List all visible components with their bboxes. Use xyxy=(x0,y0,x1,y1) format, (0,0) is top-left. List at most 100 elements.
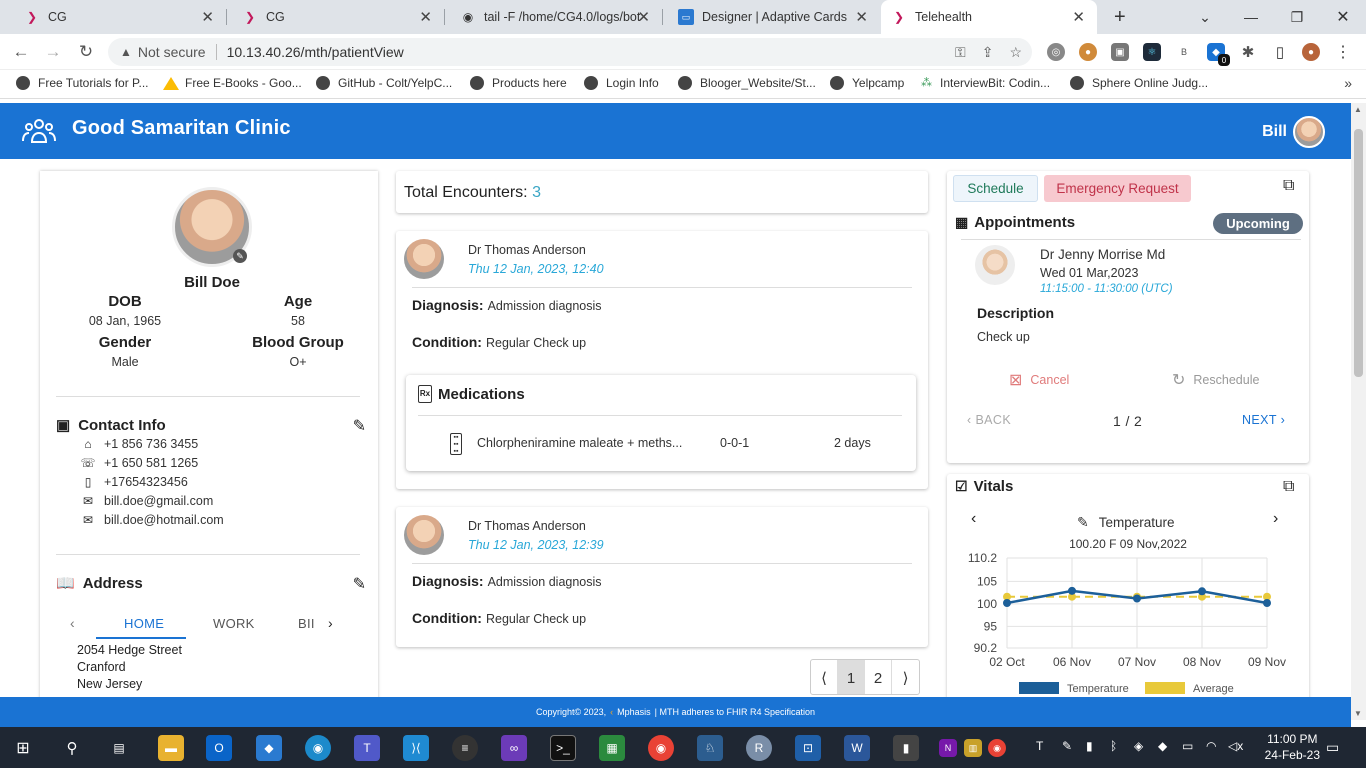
teams-tray-icon[interactable]: T xyxy=(1036,739,1043,753)
file-explorer-icon[interactable]: ▬ xyxy=(158,735,184,761)
app-icon[interactable]: ▦ xyxy=(599,735,625,761)
bookmark-item[interactable]: GitHub - Colt/YelpC... xyxy=(316,76,452,90)
forward-icon[interactable]: → xyxy=(42,41,64,63)
bluetooth-icon[interactable]: ᛒ xyxy=(1110,739,1117,753)
tray-app-icon[interactable]: ◈ xyxy=(1134,739,1143,753)
new-tab-button[interactable]: + xyxy=(1104,0,1138,34)
bookmark-item[interactable]: Sphere Online Judg... xyxy=(1070,76,1208,90)
word-icon[interactable]: W xyxy=(844,735,870,761)
chrome-icon[interactable]: ◉ xyxy=(648,735,674,761)
schedule-button[interactable]: Schedule xyxy=(953,175,1038,202)
windows-start-icon[interactable]: ⊞ xyxy=(10,735,36,761)
tab-work[interactable]: WORK xyxy=(213,616,255,631)
terminal-icon[interactable]: >_ xyxy=(550,735,576,761)
back-icon[interactable]: ← xyxy=(10,41,32,63)
scroll-up-icon[interactable]: ▲ xyxy=(1354,105,1362,114)
close-window-icon[interactable]: ✕ xyxy=(1320,0,1366,34)
edit-photo-icon[interactable]: ✎ xyxy=(233,249,247,263)
chevron-right-icon[interactable]: › xyxy=(1273,510,1278,528)
user-avatar[interactable] xyxy=(1293,116,1325,148)
pager-next-button[interactable]: ⟩ xyxy=(892,660,919,694)
user-name[interactable]: Bill xyxy=(1262,123,1287,141)
postgres-icon[interactable]: ♘ xyxy=(697,735,723,761)
page-scrollbar[interactable]: ▲ ▼ xyxy=(1351,103,1366,720)
browser-tab-cg-1[interactable]: ❯ CG ✕ xyxy=(14,0,226,34)
reload-icon[interactable]: ↻ xyxy=(75,41,97,63)
share-icon[interactable]: ⇪ xyxy=(982,44,994,61)
tab-home[interactable]: HOME xyxy=(124,616,164,631)
react-icon[interactable]: ⚛ xyxy=(1143,43,1161,61)
notification-icon[interactable]: ▭ xyxy=(1326,739,1339,756)
chevron-left-icon[interactable]: ‹ xyxy=(971,510,976,528)
pager-page-2[interactable]: 2 xyxy=(865,660,892,694)
edit-address-icon[interactable]: ✎ xyxy=(353,574,366,594)
open-external-icon[interactable]: ⧉ xyxy=(1283,177,1294,195)
star-icon[interactable]: ☆ xyxy=(1009,44,1022,61)
extension-icon[interactable]: ● xyxy=(1079,43,1097,61)
visual-studio-icon[interactable]: ∞ xyxy=(501,735,527,761)
back-button[interactable]: ‹ BACK xyxy=(967,413,1011,427)
chrome-icon[interactable]: ◉ xyxy=(988,739,1006,757)
r-icon[interactable]: R xyxy=(746,735,772,761)
chevron-right-icon[interactable]: › xyxy=(328,615,333,631)
browser-tab-cg-2[interactable]: ❯ CG ✕ xyxy=(232,0,444,34)
scroll-down-icon[interactable]: ▼ xyxy=(1354,709,1362,718)
open-external-icon[interactable]: ⧉ xyxy=(1283,478,1294,496)
vscode-icon[interactable]: ⟩⟨ xyxy=(403,735,429,761)
app-brand[interactable]: Good Samaritan Clinic xyxy=(72,117,291,140)
security-icon[interactable]: ▮ xyxy=(1086,739,1093,753)
pager-prev-button[interactable]: ⟨ xyxy=(811,660,838,694)
close-icon[interactable]: ✕ xyxy=(201,8,214,26)
pen-icon[interactable]: ✎ xyxy=(1062,739,1072,753)
key-icon[interactable]: ⚿ xyxy=(955,44,966,61)
status-badge[interactable]: Upcoming xyxy=(1213,213,1303,234)
bookmark-item[interactable]: Products here xyxy=(470,76,567,90)
app-icon[interactable]: ⊡ xyxy=(795,735,821,761)
extension-icon[interactable]: ◎ xyxy=(1047,43,1065,61)
teams-icon[interactable]: T xyxy=(354,735,380,761)
app-icon[interactable]: ◆ xyxy=(256,735,282,761)
browser-tab-telehealth[interactable]: ❯ Telehealth ✕ xyxy=(881,0,1097,34)
bookmark-item[interactable]: Login Info xyxy=(584,76,659,90)
extension-icon[interactable]: ▣ xyxy=(1111,43,1129,61)
omnibox[interactable]: ▲ Not secure 10.13.40.26/mth/patientView… xyxy=(108,38,1032,66)
scrollbar-thumb[interactable] xyxy=(1354,129,1363,377)
outlook-icon[interactable]: O xyxy=(206,735,232,761)
profile-avatar[interactable]: ● xyxy=(1302,43,1320,61)
app-icon[interactable]: ≡ xyxy=(452,735,478,761)
menu-icon[interactable]: ⋮ xyxy=(1334,43,1352,61)
emergency-request-button[interactable]: Emergency Request xyxy=(1044,175,1191,202)
bookmark-item[interactable]: Free Tutorials for P... xyxy=(16,76,149,90)
onenote-icon[interactable]: N xyxy=(939,739,957,757)
browser-tab-tail[interactable]: ◉ tail -F /home/CG4.0/logs/bot ✕ xyxy=(450,0,662,34)
encounter-card[interactable]: Dr Thomas Anderson Thu 12 Jan, 2023, 12:… xyxy=(396,231,928,489)
wifi-icon[interactable]: ◠ xyxy=(1206,739,1216,753)
volume-icon[interactable]: ◁x xyxy=(1228,739,1243,753)
minimize-icon[interactable]: — xyxy=(1228,0,1274,34)
puzzle-icon[interactable]: ✱ xyxy=(1239,43,1257,61)
chevron-left-icon[interactable]: ‹ xyxy=(70,615,75,631)
bookmark-item[interactable]: Blooger_Website/St... xyxy=(678,76,816,90)
bookmark-item[interactable]: Free E-Books - Goo... xyxy=(163,76,302,90)
pager-page-1[interactable]: 1 xyxy=(838,660,865,694)
tray-app-icon[interactable]: ◆ xyxy=(1158,739,1167,753)
maximize-icon[interactable]: ❐ xyxy=(1274,0,1320,34)
tab-billing[interactable]: BII xyxy=(298,616,315,631)
reschedule-button[interactable]: ↻ Reschedule xyxy=(1172,370,1259,390)
url-text[interactable]: 10.13.40.26/mth/patientView xyxy=(227,44,404,60)
system-clock[interactable]: 11:00 PM 24-Feb-23 xyxy=(1265,731,1320,763)
app-icon[interactable]: ▥ xyxy=(964,739,982,757)
bookmark-item[interactable]: Yelpcamp xyxy=(830,76,904,90)
more-bookmarks-icon[interactable]: » xyxy=(1344,75,1352,91)
close-icon[interactable]: ✕ xyxy=(855,8,868,26)
browser-tab-designer[interactable]: ▭ Designer | Adaptive Cards ✕ xyxy=(668,0,880,34)
close-icon[interactable]: ✕ xyxy=(419,8,432,26)
edge-icon[interactable]: ◉ xyxy=(305,735,331,761)
sidebar-icon[interactable]: ▯ xyxy=(1271,43,1289,61)
search-icon[interactable]: ⚲ xyxy=(59,735,85,761)
close-icon[interactable]: ✕ xyxy=(637,8,650,26)
next-button[interactable]: NEXT › xyxy=(1242,413,1285,427)
bookmark-item[interactable]: ⁂ InterviewBit: Codin... xyxy=(921,76,1050,90)
task-view-icon[interactable]: ▤ xyxy=(106,735,132,761)
tab-search-icon[interactable]: ⌄ xyxy=(1182,0,1228,34)
